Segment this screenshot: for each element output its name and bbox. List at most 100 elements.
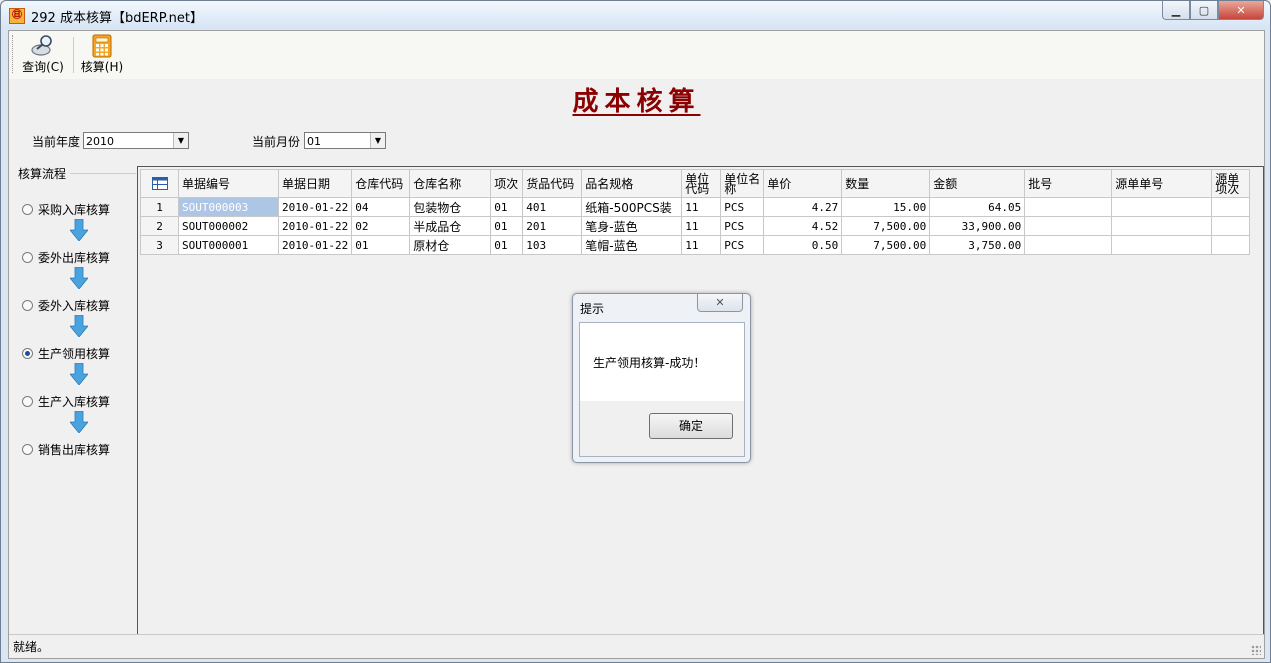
table-cell[interactable]: 11 [681, 235, 722, 255]
page-title: 成本核算 [572, 87, 701, 117]
step-label: 采购入库核算 [38, 202, 111, 217]
table-row[interactable]: 2 SOUT000002 2010-01-22 02 半成品仓 01 201 笔… [140, 216, 1251, 236]
table-cell[interactable]: PCS [720, 235, 765, 255]
table-cell[interactable] [1024, 197, 1113, 217]
column-header[interactable]: 金额 [929, 169, 1026, 198]
magnifier-icon [21, 34, 65, 58]
radio-button[interactable] [22, 299, 33, 311]
title-bar[interactable]: ㊐ 292 成本核算【bdERP.net】 ▁ ▢ ✕ [1, 1, 1270, 29]
column-header[interactable]: 源单项次 [1211, 169, 1251, 198]
month-value: 01 [307, 135, 321, 148]
column-header[interactable]: 单据日期 [277, 169, 353, 198]
table-cell[interactable]: 3,750.00 [929, 235, 1026, 255]
table-cell[interactable] [1024, 235, 1113, 255]
column-header[interactable]: 数量 [841, 169, 931, 198]
table-cell[interactable]: 7,500.00 [841, 216, 931, 236]
table-row[interactable]: 3 SOUT000001 2010-01-22 01 原材仓 01 103 笔帽… [140, 235, 1251, 255]
table-cell[interactable]: 15.00 [841, 197, 931, 217]
table-cell[interactable] [1211, 197, 1251, 217]
close-icon: ✕ [1236, 3, 1246, 17]
table-cell[interactable] [1111, 197, 1213, 217]
step-outsource-out[interactable]: 委外出库核算 [22, 249, 110, 265]
maximize-button[interactable]: ▢ [1190, 1, 1218, 20]
column-header[interactable]: 单价 [763, 169, 843, 198]
table-cell[interactable]: 4.27 [763, 197, 843, 217]
table-cell[interactable]: SOUT000002 [178, 216, 279, 236]
column-header[interactable]: 单据编号 [178, 169, 279, 198]
process-title: 核算流程 [18, 165, 70, 182]
table-row[interactable]: 1 SOUT000003 2010-01-22 04 包装物仓 01 401 纸… [140, 197, 1251, 217]
step-purchase-in[interactable]: 采购入库核算 [22, 201, 110, 217]
table-cell[interactable]: 包装物仓 [409, 197, 492, 217]
step-sales-out[interactable]: 销售出库核算 [22, 441, 110, 457]
table-cell[interactable]: 7,500.00 [841, 235, 931, 255]
table-cell[interactable]: 笔身-蓝色 [581, 216, 683, 236]
table-cell[interactable]: 原材仓 [409, 235, 492, 255]
step-production-in[interactable]: 生产入库核算 [22, 393, 110, 409]
table-cell[interactable] [1024, 216, 1113, 236]
table-cell[interactable]: SOUT000001 [178, 235, 279, 255]
close-button[interactable]: ✕ [1218, 1, 1264, 20]
dialog-close-button[interactable]: ✕ [697, 294, 743, 312]
step-production-issue[interactable]: 生产领用核算 [22, 345, 110, 361]
table-cell[interactable] [1111, 235, 1213, 255]
table-cell[interactable]: 01 [490, 235, 524, 255]
table-cell[interactable]: PCS [720, 216, 765, 236]
radio-button[interactable] [22, 443, 33, 455]
table-cell[interactable] [1211, 235, 1251, 255]
table-cell[interactable]: 401 [522, 197, 583, 217]
table-cell[interactable]: 103 [522, 235, 583, 255]
table-cell[interactable]: 半成品仓 [409, 216, 492, 236]
table-cell[interactable]: 2010-01-22 [277, 197, 353, 217]
radio-button[interactable] [22, 395, 33, 407]
column-header[interactable]: 仓库代码 [351, 169, 411, 198]
column-header[interactable]: 单位代码 [681, 169, 722, 198]
radio-button[interactable] [22, 203, 33, 215]
table-cell[interactable]: 纸箱-500PCS装 [581, 197, 683, 217]
table-cell[interactable]: 201 [522, 216, 583, 236]
year-select[interactable]: 2010 ▼ [83, 132, 189, 149]
radio-button-selected[interactable] [22, 347, 33, 359]
column-header[interactable]: 仓库名称 [409, 169, 492, 198]
table-cell[interactable]: SOUT000003 [178, 197, 279, 217]
table-cell[interactable]: 11 [681, 216, 722, 236]
calc-button[interactable]: 核算(H) [79, 34, 125, 76]
month-select[interactable]: 01 ▼ [304, 132, 386, 149]
column-header[interactable]: 项次 [490, 169, 524, 198]
column-header[interactable]: 批号 [1024, 169, 1113, 198]
month-label: 当前月份 [252, 135, 301, 149]
table-cell[interactable]: 01 [490, 216, 524, 236]
table-cell[interactable]: 2010-01-22 [277, 216, 353, 236]
chevron-down-icon[interactable]: ▼ [173, 133, 188, 148]
row-number[interactable]: 3 [140, 235, 179, 255]
column-header[interactable]: 源单单号 [1111, 169, 1213, 198]
table-cell[interactable]: 0.50 [763, 235, 843, 255]
table-cell[interactable] [1111, 216, 1213, 236]
row-number[interactable]: 1 [140, 197, 179, 217]
chevron-down-icon[interactable]: ▼ [370, 133, 385, 148]
toolbar-grip[interactable] [12, 35, 15, 73]
row-number[interactable]: 2 [140, 216, 179, 236]
table-cell[interactable]: 11 [681, 197, 722, 217]
table-cell[interactable]: 02 [351, 216, 411, 236]
radio-button[interactable] [22, 251, 33, 263]
table-cell[interactable]: 01 [351, 235, 411, 255]
table-cell[interactable]: 01 [490, 197, 524, 217]
select-all-cell[interactable] [140, 169, 179, 198]
table-cell[interactable]: 4.52 [763, 216, 843, 236]
table-cell[interactable]: 04 [351, 197, 411, 217]
column-header[interactable]: 单位名称 [720, 169, 765, 198]
table-cell[interactable]: 笔帽-蓝色 [581, 235, 683, 255]
ok-button[interactable]: 确定 [649, 413, 733, 439]
step-outsource-in[interactable]: 委外入库核算 [22, 297, 110, 313]
query-button[interactable]: 查询(C) [21, 34, 65, 76]
table-cell[interactable]: PCS [720, 197, 765, 217]
table-cell[interactable]: 64.05 [929, 197, 1026, 217]
table-cell[interactable]: 2010-01-22 [277, 235, 353, 255]
minimize-button[interactable]: ▁ [1162, 1, 1190, 20]
resize-grip-icon[interactable] [1251, 645, 1261, 655]
table-cell[interactable] [1211, 216, 1251, 236]
table-cell[interactable]: 33,900.00 [929, 216, 1026, 236]
column-header[interactable]: 品名规格 [581, 169, 683, 198]
column-header[interactable]: 货品代码 [522, 169, 583, 198]
